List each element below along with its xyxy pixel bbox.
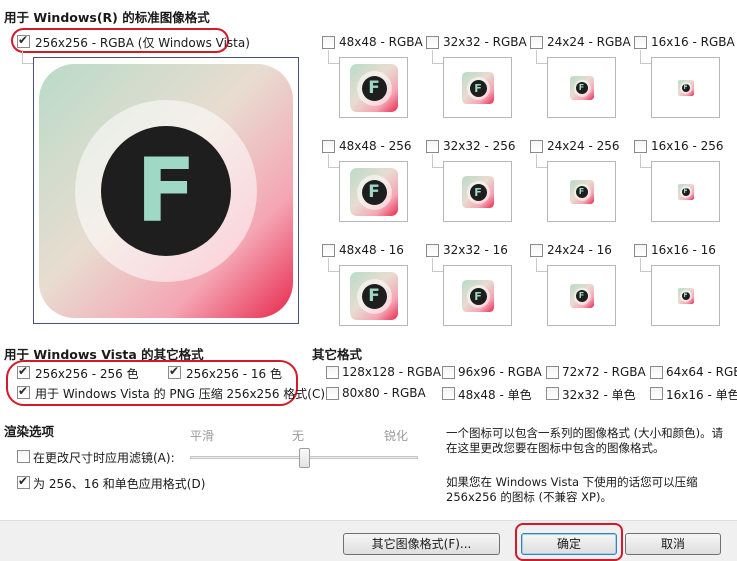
- label-256-16: 256x256 - 16 色: [186, 367, 282, 381]
- checkbox-format[interactable]: [530, 36, 543, 49]
- label-apply-filter: 在更改尺寸时应用滤镜(A):: [33, 451, 175, 465]
- label-format: 48x48 - 16: [339, 243, 404, 257]
- checkbox-apply-filter[interactable]: [17, 450, 30, 463]
- preview-thumbnail: F: [443, 161, 512, 222]
- label-png-compress: 用于 Windows Vista 的 PNG 压缩 256x256 格式(C): [35, 387, 326, 401]
- checkbox-png-compress[interactable]: [17, 384, 30, 399]
- checkbox-256-16[interactable]: [168, 364, 181, 379]
- label-other-format: 64x64 - RGBA: [666, 365, 737, 379]
- label-other-format: 48x48 - 单色: [458, 388, 532, 402]
- preview-thumbnail: F: [651, 161, 720, 222]
- cancel-button[interactable]: 取消: [625, 533, 721, 555]
- checkbox-other-format[interactable]: [326, 366, 339, 379]
- checkbox-format[interactable]: [634, 140, 647, 153]
- label-format: 48x48 - RGBA: [339, 35, 423, 49]
- more-formats-button[interactable]: 其它图像格式(F)...: [343, 533, 500, 555]
- slider-label-none: 无: [292, 429, 305, 443]
- checkbox-other-format[interactable]: [546, 366, 559, 379]
- info-text-compress: 如果您在 Windows Vista 下使用的话您可以压缩 256x256 的图…: [446, 475, 698, 504]
- slider-label-smooth: 平滑: [190, 429, 215, 443]
- label-other-format: 96x96 - RGBA: [458, 365, 542, 379]
- label-format: 32x32 - RGBA: [443, 35, 527, 49]
- checkbox-other-format[interactable]: [650, 366, 663, 379]
- highlight-oval-ok: [515, 523, 623, 561]
- checkbox-apply-formats[interactable]: [17, 474, 30, 489]
- app-icon-thumb: F: [461, 279, 494, 312]
- checkbox-format[interactable]: [530, 140, 543, 153]
- checkbox-format[interactable]: [426, 36, 439, 49]
- checkbox-other-format[interactable]: [442, 366, 455, 379]
- label-256-rgba: 256x256 - RGBA (仅 Windows Vista): [35, 36, 250, 50]
- label-format: 24x24 - RGBA: [547, 35, 631, 49]
- checkbox-format[interactable]: [322, 36, 335, 49]
- label-format: 24x24 - 256: [547, 139, 620, 153]
- app-icon-thumb: F: [677, 287, 694, 304]
- preview-thumbnail: F: [547, 265, 616, 326]
- preview-thumbnail: F: [651, 265, 720, 326]
- label-format: 32x32 - 16: [443, 243, 508, 257]
- checkbox-256-rgba[interactable]: [17, 33, 30, 48]
- app-icon-thumb: F: [677, 183, 694, 200]
- label-other-format: 80x80 - RGBA: [342, 386, 426, 400]
- checkbox-format[interactable]: [426, 244, 439, 257]
- app-icon-thumb: F: [677, 79, 694, 96]
- checkbox-other-format[interactable]: [650, 387, 663, 400]
- checkbox-format[interactable]: [530, 244, 543, 257]
- checkbox-256-256[interactable]: [17, 364, 30, 379]
- label-format: 48x48 - 256: [339, 139, 412, 153]
- preview-thumbnail: F: [443, 57, 512, 118]
- app-icon-thumb: F: [461, 175, 494, 208]
- label-other-format: 128x128 - RGBA: [342, 365, 441, 379]
- preview-thumbnail: F: [339, 161, 408, 222]
- label-format: 16x16 - 16: [651, 243, 716, 257]
- label-other-format: 72x72 - RGBA: [562, 365, 646, 379]
- checkbox-other-format[interactable]: [326, 387, 339, 400]
- slider-label-sharpen: 锐化: [384, 429, 409, 443]
- label-other-format: 32x32 - 单色: [562, 388, 636, 402]
- preview-thumbnail: F: [339, 265, 408, 326]
- label-format: 32x32 - 256: [443, 139, 516, 153]
- app-icon-thumb: F: [461, 71, 494, 104]
- app-icon-thumb: F: [569, 75, 594, 100]
- checkbox-other-format[interactable]: [442, 387, 455, 400]
- preview-thumbnail: F: [339, 57, 408, 118]
- app-icon-large: F: [39, 63, 293, 318]
- app-icon-thumb: F: [349, 63, 398, 112]
- checkbox-format[interactable]: [322, 140, 335, 153]
- section-title-other: 其它格式: [312, 347, 363, 362]
- filter-slider-thumb[interactable]: [299, 448, 310, 468]
- checkbox-other-format[interactable]: [546, 387, 559, 400]
- app-icon-thumb: F: [569, 179, 594, 204]
- label-other-format: 16x16 - 单色: [666, 388, 737, 402]
- app-icon-thumb: F: [349, 271, 398, 320]
- checkbox-format[interactable]: [634, 36, 647, 49]
- label-apply-formats: 为 256、16 和单色应用格式(D): [33, 477, 206, 491]
- app-icon-thumb: F: [569, 283, 594, 308]
- label-256-256: 256x256 - 256 色: [35, 367, 139, 381]
- label-format: 16x16 - RGBA: [651, 35, 735, 49]
- preview-thumbnail: F: [547, 161, 616, 222]
- preview-thumbnail: F: [651, 57, 720, 118]
- checkbox-format[interactable]: [426, 140, 439, 153]
- label-format: 16x16 - 256: [651, 139, 724, 153]
- preview-thumbnail: F: [547, 57, 616, 118]
- section-title-standard: 用于 Windows(R) 的标准图像格式: [4, 10, 210, 25]
- checkbox-format[interactable]: [634, 244, 647, 257]
- info-text-formats: 一个图标可以包含一系列的图像格式 (大小和颜色)。请在这里更改您要在图标中包含的…: [446, 426, 724, 455]
- preview-thumbnail: F: [443, 265, 512, 326]
- checkbox-format[interactable]: [322, 244, 335, 257]
- section-title-render: 渲染选项: [4, 424, 55, 439]
- app-icon-thumb: F: [349, 167, 398, 216]
- preview-256: F: [33, 57, 299, 324]
- label-format: 24x24 - 16: [547, 243, 612, 257]
